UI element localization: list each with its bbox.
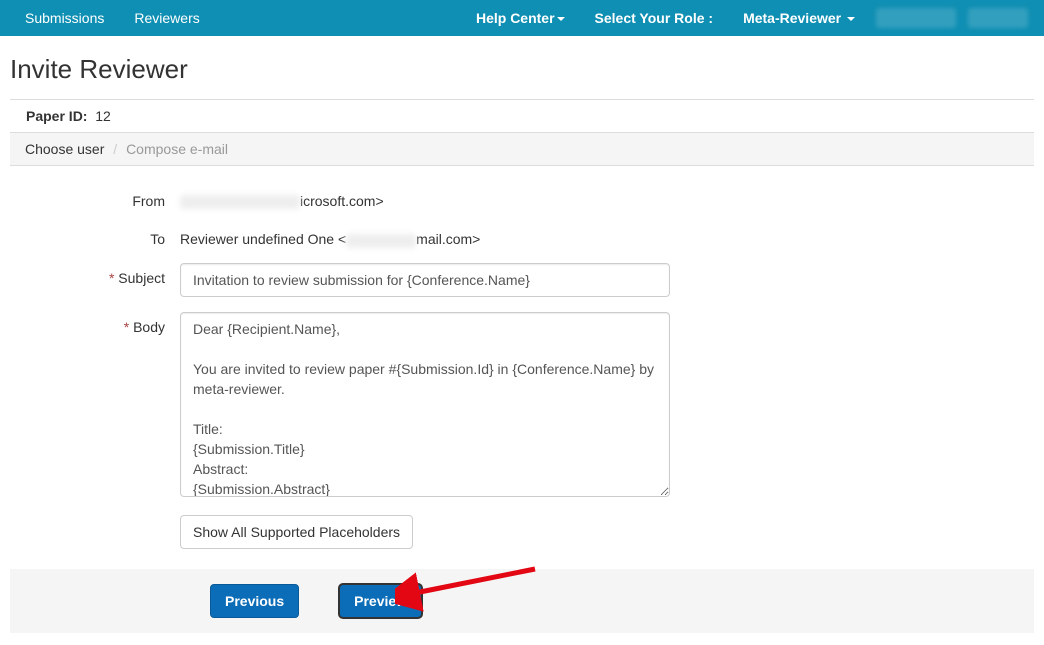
placeholders-spacer bbox=[10, 515, 180, 522]
breadcrumb-step-1[interactable]: Choose user bbox=[25, 141, 104, 157]
body-label: * Body bbox=[10, 312, 180, 335]
from-suffix: icrosoft.com> bbox=[300, 193, 384, 209]
footer-actions: Previous Preview bbox=[10, 569, 1034, 633]
form-row-placeholders: Show All Supported Placeholders bbox=[10, 515, 1034, 549]
form-area: From icrosoft.com> To Reviewer undefined… bbox=[10, 166, 1034, 549]
form-row-from: From icrosoft.com> bbox=[10, 186, 1034, 209]
to-prefix: Reviewer undefined One < bbox=[180, 231, 346, 247]
form-row-to: To Reviewer undefined One < mail.com> bbox=[10, 224, 1034, 247]
chevron-down-icon bbox=[557, 17, 565, 21]
placeholders-wrap: Show All Supported Placeholders bbox=[180, 515, 670, 549]
to-suffix: mail.com> bbox=[416, 231, 480, 247]
breadcrumb-separator: / bbox=[108, 141, 122, 157]
main-content: Invite Reviewer Paper ID: 12 Choose user… bbox=[0, 36, 1044, 633]
nav-submissions[interactable]: Submissions bbox=[10, 2, 119, 34]
paper-id-label: Paper ID: bbox=[26, 108, 87, 124]
to-value: Reviewer undefined One < mail.com> bbox=[180, 224, 670, 247]
form-row-body: * Body bbox=[10, 312, 1034, 500]
to-redacted bbox=[346, 234, 416, 248]
subject-field-wrap bbox=[180, 263, 670, 297]
subject-input[interactable] bbox=[180, 263, 670, 297]
from-value: icrosoft.com> bbox=[180, 186, 670, 209]
from-redacted bbox=[180, 195, 300, 209]
previous-button[interactable]: Previous bbox=[210, 584, 299, 618]
nav-user-redacted bbox=[876, 8, 956, 28]
show-placeholders-button[interactable]: Show All Supported Placeholders bbox=[180, 515, 413, 549]
required-asterisk: * bbox=[109, 270, 114, 286]
from-label: From bbox=[10, 186, 180, 209]
required-asterisk: * bbox=[124, 319, 129, 335]
to-label: To bbox=[10, 224, 180, 247]
preview-button[interactable]: Preview bbox=[339, 584, 422, 618]
top-navbar: Submissions Reviewers Help Center Select… bbox=[0, 0, 1044, 36]
body-textarea[interactable] bbox=[180, 312, 670, 497]
nav-reviewers[interactable]: Reviewers bbox=[119, 2, 214, 34]
nav-select-role-label: Select Your Role : bbox=[580, 2, 729, 34]
form-row-subject: * Subject bbox=[10, 263, 1034, 297]
nav-role-value: Meta-Reviewer bbox=[743, 10, 841, 26]
navbar-left: Submissions Reviewers bbox=[10, 2, 215, 34]
nav-role-dropdown[interactable]: Meta-Reviewer bbox=[728, 2, 870, 34]
body-label-text: Body bbox=[133, 319, 165, 335]
subject-label-text: Subject bbox=[118, 270, 165, 286]
breadcrumb-step-2: Compose e-mail bbox=[126, 141, 228, 157]
nav-help-center-label: Help Center bbox=[476, 10, 555, 26]
paper-id-row: Paper ID: 12 bbox=[10, 99, 1034, 133]
breadcrumb: Choose user / Compose e-mail bbox=[10, 133, 1034, 166]
chevron-down-icon bbox=[847, 17, 855, 21]
paper-id-value: 12 bbox=[95, 108, 111, 124]
page-title: Invite Reviewer bbox=[10, 54, 1034, 85]
body-field-wrap bbox=[180, 312, 670, 500]
navbar-right: Help Center Select Your Role : Meta-Revi… bbox=[461, 2, 1034, 34]
nav-help-center[interactable]: Help Center bbox=[461, 2, 580, 34]
subject-label: * Subject bbox=[10, 263, 180, 286]
nav-user-redacted-2 bbox=[968, 8, 1028, 28]
